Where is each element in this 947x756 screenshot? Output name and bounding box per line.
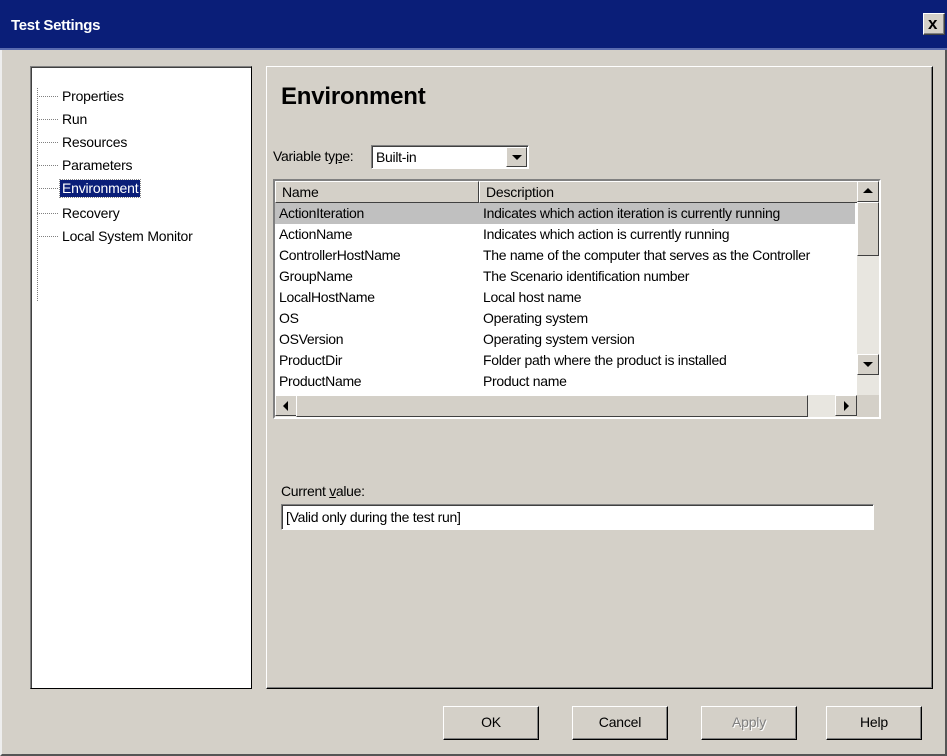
scroll-up-button[interactable] [857, 181, 879, 202]
arrow-down-icon [863, 362, 873, 367]
column-header-name[interactable]: Name [275, 181, 479, 203]
scroll-corner [857, 395, 879, 417]
tree-item-label: Resources [62, 134, 128, 150]
tree-item-label: Environment [58, 179, 142, 198]
list-item[interactable]: GroupName The Scenario identification num… [275, 266, 855, 287]
window-title: Test Settings [11, 17, 101, 34]
tree-item-label: Recovery [62, 205, 120, 221]
arrow-right-icon [844, 401, 849, 411]
variable-type-select[interactable]: Built-in [371, 145, 529, 169]
arrow-up-icon [863, 188, 873, 193]
tree-item-resources[interactable]: Resources [32, 132, 252, 153]
horizontal-scrollbar[interactable] [275, 395, 857, 417]
close-button[interactable]: x [923, 13, 945, 35]
scroll-left-button[interactable] [275, 395, 297, 416]
chevron-down-icon [512, 155, 522, 160]
scroll-down-button[interactable] [857, 354, 879, 375]
tree-item-label: Run [62, 111, 88, 127]
apply-button[interactable]: Apply [701, 706, 797, 740]
list-item[interactable]: ProductName Product name [275, 371, 855, 387]
list-item[interactable]: ActionIteration Indicates which action it… [275, 203, 855, 224]
tree-item-parameters[interactable]: Parameters [32, 155, 252, 176]
variables-list[interactable]: Name Description ActionIteration Indicate… [273, 179, 881, 419]
tree-item-label: Local System Monitor [62, 228, 193, 244]
tree-item-environment[interactable]: Environment [32, 178, 252, 199]
list-item[interactable]: OSVersion Operating system version [275, 329, 855, 350]
list-header: Name Description [275, 181, 859, 203]
variable-type-label: Variable type: [273, 148, 354, 164]
horizontal-scroll-thumb[interactable] [296, 395, 808, 417]
current-value-text: [Valid only during the test run] [286, 509, 461, 525]
tree-inner: Properties Run Resources Parameters Envi… [31, 67, 251, 688]
environment-panel: Environment Variable type: Built-in Name… [266, 66, 933, 689]
tree-item-label: Properties [62, 88, 124, 104]
settings-tree: Properties Run Resources Parameters Envi… [30, 66, 252, 689]
list-item[interactable]: ActionName Indicates which action is curr… [275, 224, 855, 245]
tree-item-properties[interactable]: Properties [32, 86, 252, 107]
list-item[interactable]: OS Operating system [275, 308, 855, 329]
cancel-button[interactable]: Cancel [572, 706, 668, 740]
close-icon: x [928, 14, 938, 33]
dropdown-button[interactable] [506, 147, 527, 167]
ok-button[interactable]: OK [443, 706, 539, 740]
tree-item-recovery[interactable]: Recovery [32, 203, 252, 224]
tree-item-label: Parameters [62, 157, 133, 173]
current-value-field[interactable]: [Valid only during the test run] [281, 504, 874, 530]
variable-type-value: Built-in [376, 149, 417, 165]
list-item[interactable]: LocalHostName Local host name [275, 287, 855, 308]
list-item[interactable]: ProductDir Folder path where the product … [275, 350, 855, 371]
scroll-right-button[interactable] [835, 395, 857, 416]
tree-item-local-system-monitor[interactable]: Local System Monitor [32, 226, 252, 247]
vertical-scroll-thumb[interactable] [857, 202, 879, 256]
column-header-description[interactable]: Description [479, 181, 859, 203]
vertical-scrollbar[interactable] [857, 181, 879, 397]
list-item[interactable]: ControllerHostName The name of the comput… [275, 245, 855, 266]
current-value-label: Current value: [281, 483, 365, 499]
title-bar: Test Settings x [0, 0, 947, 50]
help-button[interactable]: Help [826, 706, 922, 740]
page-title: Environment [281, 83, 426, 110]
arrow-left-icon [283, 401, 288, 411]
tree-item-run[interactable]: Run [32, 109, 252, 130]
